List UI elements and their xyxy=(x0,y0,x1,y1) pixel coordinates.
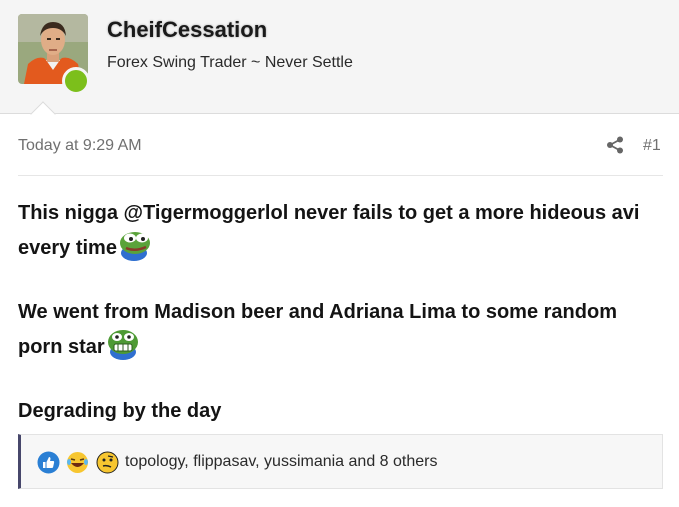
smirk-icon[interactable] xyxy=(96,451,119,474)
like-icon[interactable] xyxy=(37,451,60,474)
share-icon[interactable] xyxy=(606,136,624,154)
user-title: Forex Swing Trader ~ Never Settle xyxy=(107,54,353,71)
post-paragraph: This nigga @Tigermoggerlol never fails t… xyxy=(18,198,663,264)
username-link[interactable]: CheifCessation xyxy=(107,17,267,43)
post-paragraph-text: Degrading by the day xyxy=(18,400,222,422)
online-status-indicator xyxy=(62,67,90,95)
post-timestamp[interactable]: Today at 9:29 AM xyxy=(18,137,142,155)
laughing-crying-icon[interactable] xyxy=(66,451,89,474)
meta-divider xyxy=(18,175,663,176)
pepe-frog-emoji xyxy=(119,232,150,261)
reaction-users-link[interactable]: topology, flippasav, yussimania and 8 ot… xyxy=(125,453,437,471)
post-paragraph: We went from Madison beer and Adriana Li… xyxy=(18,297,663,363)
reactions-bar[interactable]: topology, flippasav, yussimania and 8 ot… xyxy=(18,434,663,489)
post-number-link[interactable]: #1 xyxy=(643,137,661,155)
user-header: CheifCessation Forex Swing Trader ~ Neve… xyxy=(0,0,679,114)
post-body: This nigga @Tigermoggerlol never fails t… xyxy=(18,198,663,460)
pepe-grimace-emoji xyxy=(107,330,138,360)
post-paragraph: Degrading by the day xyxy=(18,396,663,427)
post-paragraph-text: This nigga @Tigermoggerlol never fails t… xyxy=(18,202,640,259)
